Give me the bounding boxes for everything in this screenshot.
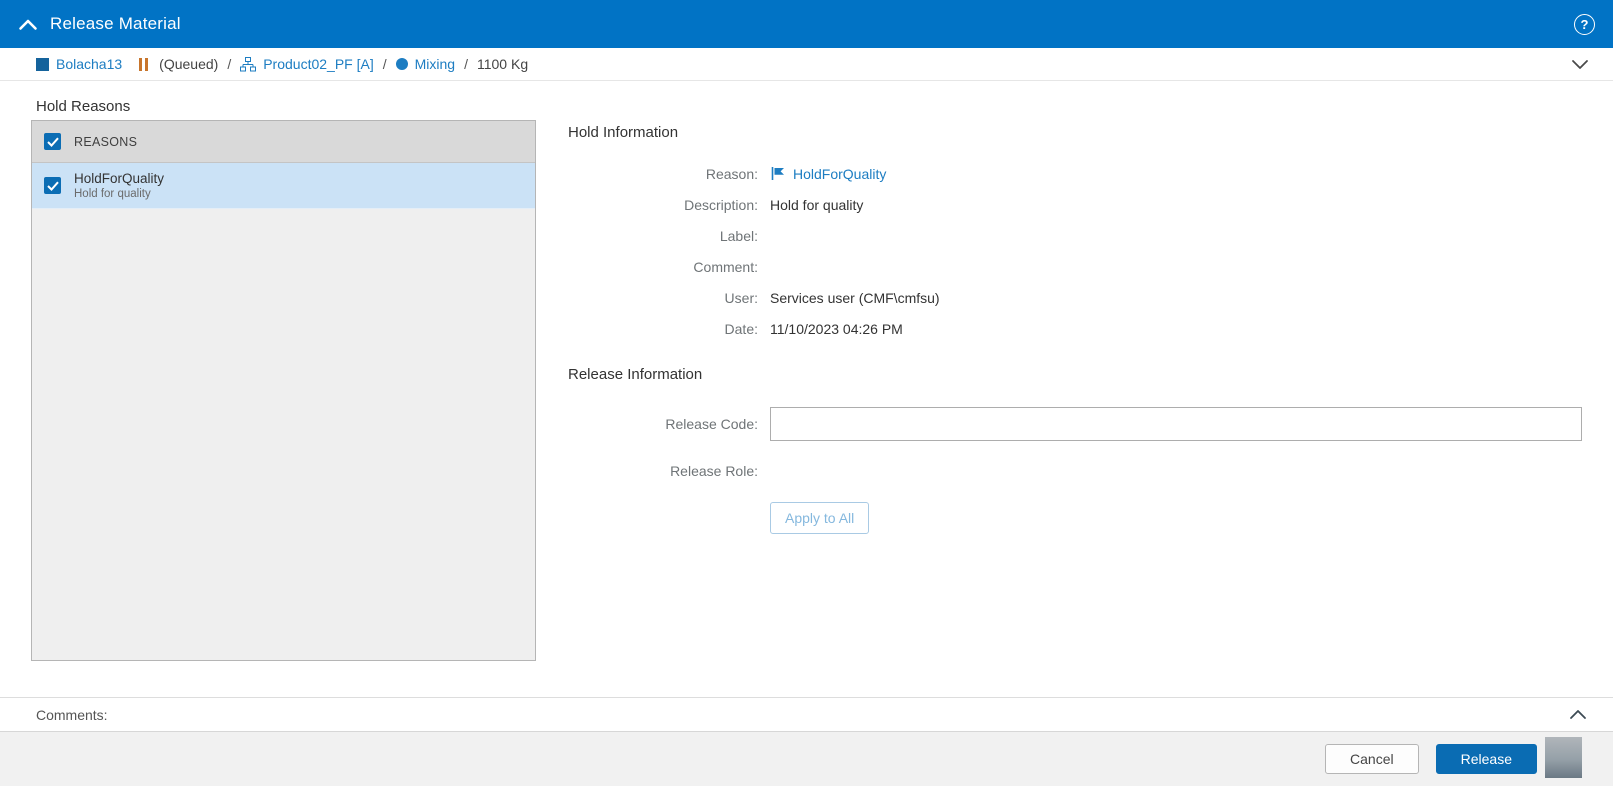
field-label: User:: [724, 289, 758, 306]
info-row-user: User: Services user (CMF\cmfsu): [568, 282, 1588, 313]
hold-reasons-title: Hold Reasons: [36, 98, 131, 115]
reason-description: Hold for quality: [74, 188, 151, 200]
details-panel: Hold Information Reason: HoldForQuality …: [568, 124, 1588, 534]
queued-pause-icon: [139, 57, 149, 71]
field-label: Description:: [684, 196, 758, 213]
field-label: Reason:: [705, 165, 758, 182]
breadcrumb-step: Mixing: [395, 56, 455, 72]
release-information-title: Release Information: [568, 366, 703, 383]
release-material-dialog: Release Material ? Bolacha13 (Queued) / …: [0, 0, 1613, 809]
product-link[interactable]: Product02_PF [A]: [263, 56, 374, 72]
release-button[interactable]: Release: [1435, 744, 1537, 774]
release-code-row: Release Code:: [568, 407, 1588, 441]
page-title: Release Material: [50, 14, 181, 33]
top-bar: Release Material ?: [0, 0, 1613, 48]
footer-action-bar: Cancel Release: [0, 731, 1613, 786]
material-quantity: 1100 Kg: [476, 56, 529, 72]
collapse-up-icon[interactable]: [18, 17, 38, 31]
step-link[interactable]: Mixing: [415, 56, 455, 72]
table-row[interactable]: HoldForQuality Hold for quality: [32, 163, 535, 209]
info-row-reason: Reason: HoldForQuality: [568, 158, 1588, 189]
column-header-reasons: REASONS: [74, 134, 138, 149]
field-value: 11/10/2023 04:26 PM: [770, 320, 903, 337]
select-all-checkbox[interactable]: [44, 133, 61, 150]
info-row-label: Label:: [568, 220, 1588, 251]
flag-icon: [770, 166, 786, 181]
table-header-row: REASONS: [32, 121, 535, 163]
release-code-label: Release Code:: [665, 416, 758, 432]
breadcrumb-product: Product02_PF [A]: [240, 56, 374, 72]
row-checkbox[interactable]: [44, 177, 61, 194]
breadcrumb-separator: /: [382, 56, 387, 72]
screen-artifact: [1545, 737, 1582, 778]
chevron-down-icon[interactable]: [1571, 59, 1589, 70]
release-role-row: Release Role:: [568, 455, 1588, 486]
field-label: Label:: [719, 227, 758, 244]
breadcrumb: Bolacha13 (Queued) / Product02_PF [A] / …: [0, 48, 1613, 81]
reason-name: HoldForQuality: [74, 171, 165, 186]
info-row-comment: Comment:: [568, 251, 1588, 282]
release-role-label: Release Role:: [670, 462, 758, 479]
field-value: Services user (CMF\cmfsu): [770, 289, 940, 306]
cancel-button[interactable]: Cancel: [1325, 744, 1419, 774]
step-icon: [395, 58, 408, 70]
comments-bar: Comments:: [0, 697, 1613, 731]
breadcrumb-separator: /: [227, 56, 232, 72]
chevron-up-icon[interactable]: [1569, 709, 1587, 720]
field-value: Hold for quality: [770, 196, 864, 213]
hold-information-title: Hold Information: [568, 124, 679, 141]
field-label: Comment:: [693, 258, 758, 275]
release-code-input[interactable]: [770, 407, 1582, 441]
comments-label: Comments:: [36, 706, 108, 723]
hold-reason-link[interactable]: HoldForQuality: [793, 166, 886, 182]
product-icon: [240, 56, 257, 72]
hold-information-fields: Reason: HoldForQuality Description: Hold…: [568, 158, 1588, 344]
info-row-description: Description: Hold for quality: [568, 189, 1588, 220]
material-icon: [36, 57, 49, 71]
field-label: Date:: [724, 320, 758, 337]
material-state: (Queued): [159, 56, 219, 72]
hold-reasons-table: REASONS HoldForQuality Hold for quality: [31, 120, 536, 661]
material-link[interactable]: Bolacha13: [56, 56, 122, 72]
breadcrumb-material: Bolacha13 (Queued): [36, 56, 218, 72]
help-icon[interactable]: ?: [1574, 13, 1595, 35]
breadcrumb-separator: /: [464, 56, 468, 72]
info-row-date: Date: 11/10/2023 04:26 PM: [568, 313, 1588, 344]
apply-to-all-button[interactable]: Apply to All: [770, 502, 870, 534]
